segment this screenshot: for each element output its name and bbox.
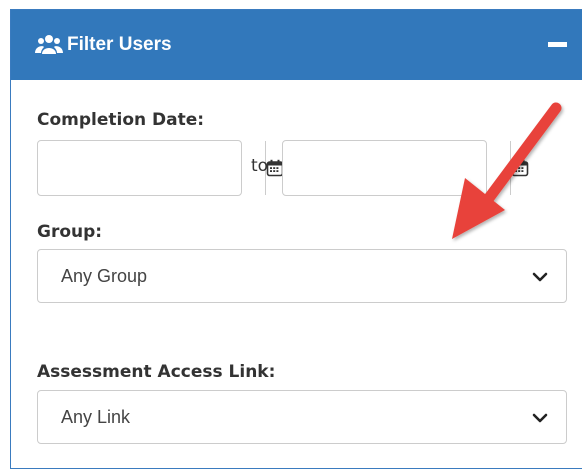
date-from-input[interactable] (38, 141, 265, 195)
panel-title: Filter Users (35, 32, 172, 58)
collapse-button[interactable] (548, 34, 568, 54)
panel-title-text: Filter Users (67, 34, 172, 55)
assessment-link-label: Assessment Access Link: (37, 362, 276, 382)
date-from-group (37, 140, 284, 196)
calendar-icon (511, 159, 529, 177)
date-to-input[interactable] (283, 141, 510, 195)
users-icon (35, 35, 63, 54)
panel-header: Filter Users (11, 10, 582, 80)
assessment-link-select-value: Any Link (61, 407, 131, 427)
chevron-down-icon (532, 413, 548, 423)
group-label: Group: (37, 222, 103, 242)
group-select[interactable]: Any Group (37, 249, 567, 303)
completion-date-label: Completion Date: (37, 110, 205, 130)
assessment-link-select[interactable]: Any Link (37, 390, 567, 444)
chevron-down-icon (532, 272, 548, 282)
minus-icon (548, 42, 567, 47)
date-to-group (282, 140, 529, 196)
date-to-calendar-button[interactable] (510, 141, 529, 195)
date-range-separator: to (251, 156, 269, 176)
group-select-value: Any Group (61, 266, 148, 286)
filter-users-panel: Filter Users Completion Date: to Group: … (10, 9, 582, 469)
